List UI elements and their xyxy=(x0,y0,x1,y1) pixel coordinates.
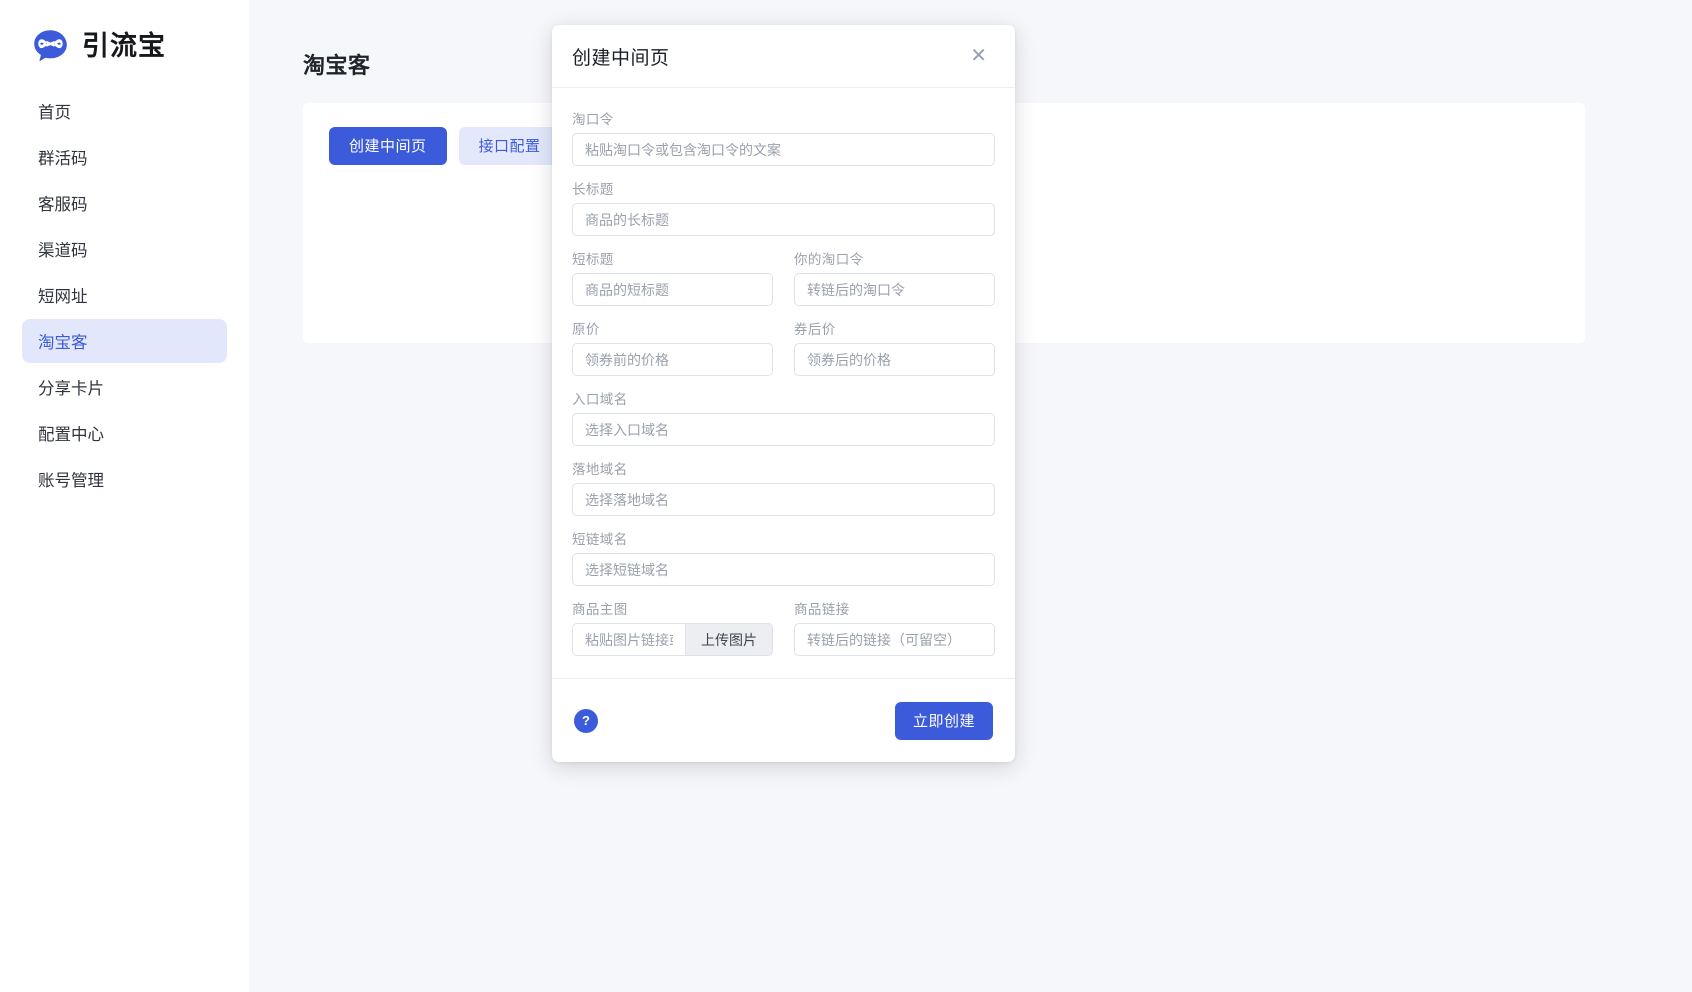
coupon-price-input[interactable] xyxy=(794,343,995,376)
row-title-and-kouling: 短标题 你的淘口令 xyxy=(572,248,995,306)
main-image-upload-group: 上传图片 xyxy=(572,623,773,656)
field-label-product-link: 商品链接 xyxy=(794,602,850,617)
sidebar-item-group-code[interactable]: 群活码 xyxy=(22,135,227,179)
sidebar-item-label: 账号管理 xyxy=(38,472,104,490)
short-domain-select[interactable] xyxy=(572,553,995,586)
field-label-short-domain: 短链域名 xyxy=(572,532,628,547)
product-link-input[interactable] xyxy=(794,623,995,656)
sidebar-item-home[interactable]: 首页 xyxy=(22,89,227,133)
sidebar: 引流宝 首页 群活码 客服码 渠道码 短网址 淘宝客 分享卡片 配置中心 账号管… xyxy=(0,0,249,992)
sidebar-item-label: 群活码 xyxy=(38,150,88,168)
sidebar-item-short-url[interactable]: 短网址 xyxy=(22,273,227,317)
field-long-title: 长标题 xyxy=(572,178,995,236)
modal-body: 淘口令 长标题 短标题 你的淘口令 xyxy=(552,88,1015,678)
sidebar-item-channel-code[interactable]: 渠道码 xyxy=(22,227,227,271)
field-entry-domain: 入口域名 xyxy=(572,388,995,446)
field-your-taokouling: 你的淘口令 xyxy=(794,248,995,306)
sidebar-item-label: 客服码 xyxy=(38,196,88,214)
original-price-input[interactable] xyxy=(572,343,773,376)
tab-create-landing-page[interactable]: 创建中间页 xyxy=(329,126,447,165)
field-label-entry-domain: 入口域名 xyxy=(572,392,628,407)
row-image-and-link: 商品主图 上传图片 商品链接 xyxy=(572,598,995,656)
long-title-input[interactable] xyxy=(572,203,995,236)
sidebar-item-service-code[interactable]: 客服码 xyxy=(22,181,227,225)
app-root: 引流宝 首页 群活码 客服码 渠道码 短网址 淘宝客 分享卡片 配置中心 账号管… xyxy=(0,0,1692,992)
sidebar-item-share-card[interactable]: 分享卡片 xyxy=(22,365,227,409)
field-label-short-title: 短标题 xyxy=(572,252,614,267)
row-prices: 原价 券后价 xyxy=(572,318,995,376)
sidebar-item-label: 淘宝客 xyxy=(38,334,88,352)
field-label-long-title: 长标题 xyxy=(572,182,614,197)
sidebar-item-label: 渠道码 xyxy=(38,242,88,260)
field-original-price: 原价 xyxy=(572,318,773,376)
field-label-taokouling: 淘口令 xyxy=(572,112,614,127)
sidebar-item-account-management[interactable]: 账号管理 xyxy=(22,457,227,501)
sidebar-item-taobaoke[interactable]: 淘宝客 xyxy=(22,319,227,363)
field-product-link: 商品链接 xyxy=(794,598,995,656)
close-icon[interactable]: ✕ xyxy=(966,44,991,68)
taokouling-input[interactable] xyxy=(572,133,995,166)
field-short-title: 短标题 xyxy=(572,248,773,306)
modal-title: 创建中间页 xyxy=(572,47,670,69)
sidebar-item-label: 短网址 xyxy=(38,288,88,306)
landing-domain-select[interactable] xyxy=(572,483,995,516)
upload-image-button[interactable]: 上传图片 xyxy=(685,623,773,656)
field-coupon-price: 券后价 xyxy=(794,318,995,376)
create-landing-page-modal: 创建中间页 ✕ 淘口令 长标题 短标题 xyxy=(552,25,1015,762)
your-taokouling-input[interactable] xyxy=(794,273,995,306)
speech-bubble-infinity-logo-icon xyxy=(32,28,69,65)
field-taokouling: 淘口令 xyxy=(572,108,995,166)
main-image-input[interactable] xyxy=(572,623,685,656)
main-content: 淘宝客 创建中间页 接口配置 创建中间页 ✕ 淘口令 长标题 xyxy=(249,0,1692,992)
sidebar-item-label: 配置中心 xyxy=(38,426,104,444)
question-mark-icon[interactable]: ? xyxy=(574,708,598,733)
brand-name: 引流宝 xyxy=(82,30,166,61)
field-label-main-image: 商品主图 xyxy=(572,602,628,617)
field-main-image: 商品主图 上传图片 xyxy=(572,598,773,656)
field-short-domain: 短链域名 xyxy=(572,528,995,586)
entry-domain-select[interactable] xyxy=(572,413,995,446)
modal-header: 创建中间页 ✕ xyxy=(552,25,1015,88)
field-label-original-price: 原价 xyxy=(572,322,600,337)
sidebar-item-label: 首页 xyxy=(38,104,71,122)
field-label-landing-domain: 落地域名 xyxy=(572,462,628,477)
sidebar-nav: 首页 群活码 客服码 渠道码 短网址 淘宝客 分享卡片 配置中心 账号管理 xyxy=(0,89,249,502)
tab-api-config[interactable]: 接口配置 xyxy=(458,126,561,165)
short-title-input[interactable] xyxy=(572,273,773,306)
field-label-coupon-price: 券后价 xyxy=(794,322,836,337)
sidebar-item-config-center[interactable]: 配置中心 xyxy=(22,411,227,455)
modal-footer: ? 立即创建 xyxy=(552,678,1015,762)
field-landing-domain: 落地域名 xyxy=(572,458,995,516)
create-now-button[interactable]: 立即创建 xyxy=(894,701,993,740)
sidebar-item-label: 分享卡片 xyxy=(38,380,104,398)
field-label-your-taokouling: 你的淘口令 xyxy=(794,252,864,267)
brand[interactable]: 引流宝 xyxy=(0,0,249,61)
